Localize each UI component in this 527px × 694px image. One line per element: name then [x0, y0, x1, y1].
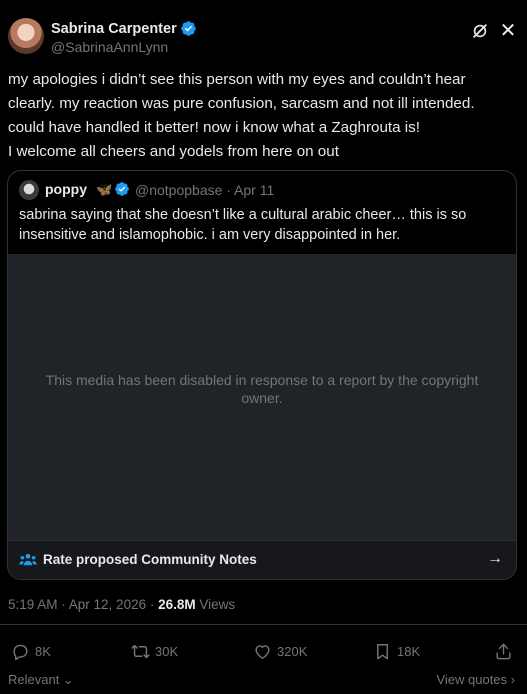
- heart-icon: [255, 644, 270, 659]
- grok-icon[interactable]: [470, 21, 490, 41]
- media-message-line: This media has been disabled in response…: [45, 372, 479, 388]
- view-quotes-link[interactable]: View quotes ›: [436, 672, 515, 687]
- bookmark-count: 18K: [397, 643, 421, 659]
- chevron-right-icon: ›: [507, 672, 515, 687]
- quoted-tweet[interactable]: poppy 🦋 @notpopbase · Apr 11 sabrina say…: [7, 170, 517, 580]
- repost-button[interactable]: 30K: [131, 641, 178, 661]
- divider: [0, 624, 527, 625]
- arrow-right-icon[interactable]: →: [487, 550, 503, 568]
- tweet-meta: 5:19 AM · Apr 12, 2026 · 26.8M Views: [8, 597, 235, 612]
- sort-dropdown[interactable]: Relevant ⌄: [8, 672, 74, 688]
- bookmark-button[interactable]: 18K: [373, 641, 420, 661]
- tweet-body: my apologies i didn’t see this person wi…: [8, 68, 520, 164]
- quoted-handle-date[interactable]: @notpopbase · Apr 11: [135, 182, 274, 198]
- tweet-line: could have handled it better! now i know…: [8, 119, 420, 136]
- verified-badge-icon: [181, 21, 196, 36]
- action-bar: 8K 30K 320K 18K: [0, 641, 527, 661]
- views-count: 26.8M: [158, 597, 196, 612]
- view-quotes-label: View quotes: [436, 672, 508, 687]
- quoted-avatar[interactable]: [19, 180, 39, 200]
- community-notes-label[interactable]: Rate proposed Community Notes: [43, 552, 257, 567]
- media-message-line: owner.: [241, 390, 283, 406]
- share-button[interactable]: [494, 641, 518, 661]
- community-notes-bar[interactable]: Rate proposed Community Notes →: [8, 540, 516, 579]
- reply-count: 8K: [35, 643, 51, 659]
- replies-footer: Relevant ⌄ View quotes ›: [0, 671, 527, 691]
- like-count: 320K: [277, 643, 308, 659]
- tweet-line: I welcome all cheers and yodels from her…: [8, 143, 339, 160]
- reply-icon: [13, 644, 28, 660]
- disabled-media: This media has been disabled in response…: [8, 254, 516, 540]
- repost-count: 30K: [155, 643, 179, 659]
- chevron-down-icon: ⌄: [59, 672, 74, 687]
- bookmark-icon: [377, 643, 388, 659]
- quoted-line: sabrina saying that she doesn’t like a c…: [19, 207, 467, 223]
- butterfly-emoji: 🦋: [96, 182, 113, 197]
- tweet-header: Sabrina Carpenter @SabrinaAnnLynn ✕: [8, 16, 519, 60]
- tweet-line: clearly. my reaction was pure confusion,…: [8, 95, 475, 112]
- media-disabled-message: This media has been disabled in response…: [38, 371, 486, 407]
- people-icon: [19, 553, 37, 566]
- quoted-body: sabrina saying that she doesn’t like a c…: [19, 205, 507, 245]
- author-avatar[interactable]: [8, 18, 44, 54]
- sort-label: Relevant: [8, 672, 60, 687]
- author-display-name[interactable]: Sabrina Carpenter: [51, 21, 177, 37]
- verified-badge-icon: [115, 182, 129, 196]
- tweet-line: my apologies i didn’t see this person wi…: [8, 71, 466, 88]
- reply-button[interactable]: 8K: [11, 641, 51, 661]
- repost-icon: [131, 644, 150, 658]
- quoted-display-name[interactable]: poppy: [45, 181, 87, 197]
- quoted-line: insensitive and islamophobic. i am very …: [19, 227, 401, 243]
- like-button[interactable]: 320K: [253, 641, 307, 661]
- share-icon: [496, 643, 511, 659]
- close-icon[interactable]: ✕: [497, 20, 519, 42]
- author-handle[interactable]: @SabrinaAnnLynn: [51, 39, 168, 55]
- timestamp[interactable]: 5:19 AM · Apr 12, 2026 ·: [8, 597, 158, 612]
- views-label: Views: [195, 597, 236, 612]
